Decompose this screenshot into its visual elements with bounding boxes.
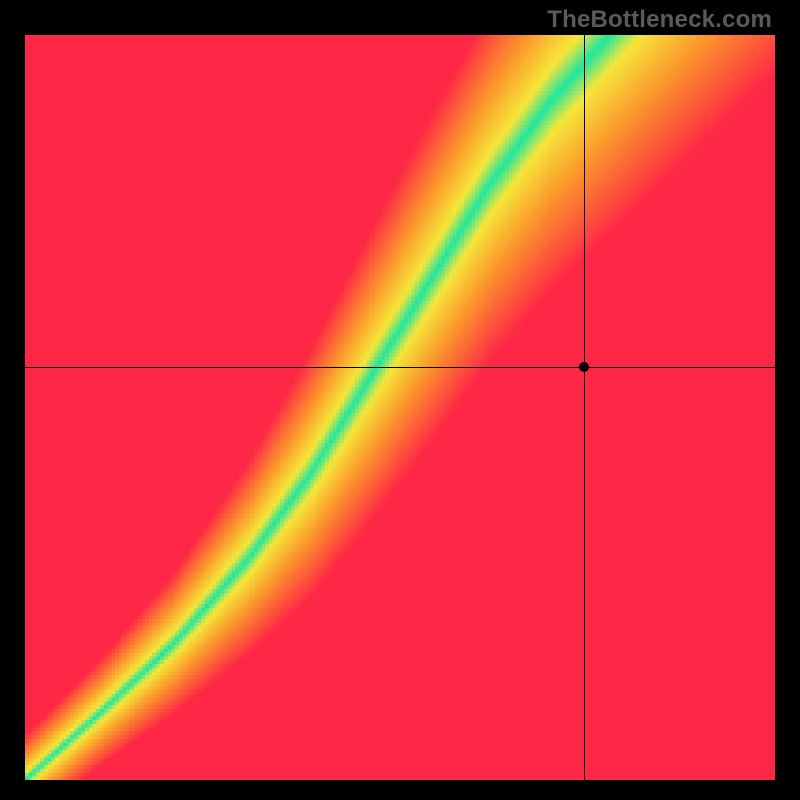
marker-dot <box>579 362 589 372</box>
chart-frame: TheBottleneck.com <box>0 0 800 800</box>
crosshair-horizontal <box>25 367 775 368</box>
watermark-text: TheBottleneck.com <box>547 6 772 34</box>
heatmap-canvas <box>25 35 775 780</box>
plot-area <box>25 35 775 780</box>
crosshair-vertical <box>584 35 585 780</box>
